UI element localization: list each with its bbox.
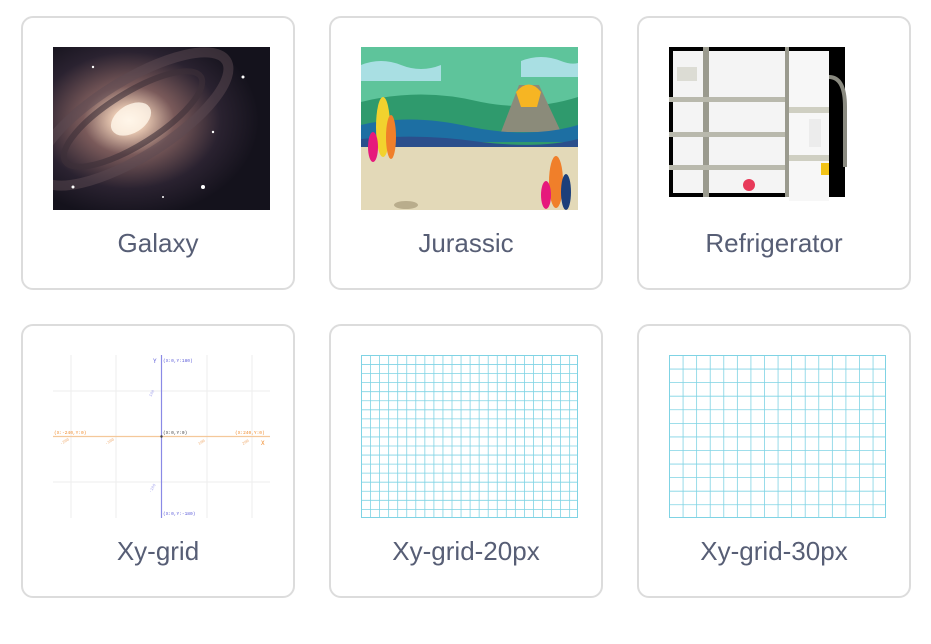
refrigerator-image	[669, 47, 886, 210]
coord-right: (X:240,Y:0)	[235, 430, 265, 436]
backdrop-card-jurassic[interactable]: Jurassic	[329, 16, 603, 290]
backdrop-card-xy-grid[interactable]: X Y (X:0,Y:180) (X:0,Y:-180) (X:-240,Y:0…	[21, 324, 295, 598]
backdrop-name: Jurassic	[418, 228, 514, 258]
galaxy-image	[53, 47, 270, 210]
xy-grid-image: X Y (X:0,Y:180) (X:0,Y:-180) (X:-240,Y:0…	[53, 355, 270, 518]
coord-top: (X:0,Y:180)	[163, 358, 193, 364]
backdrop-name: Refrigerator	[705, 228, 843, 258]
coord-bottom: (X:0,Y:-180)	[163, 511, 195, 517]
backdrop-name: Xy-grid	[116, 536, 200, 566]
backdrop-name: Galaxy	[117, 228, 199, 258]
backdrop-card-xy-grid-20px[interactable]: Xy-grid-20px	[329, 324, 603, 598]
jurassic-image	[361, 47, 578, 210]
backdrop-card-refrigerator[interactable]: Refrigerator	[637, 16, 911, 290]
axis-y-label: Y	[153, 358, 157, 365]
coord-left: (X:-240,Y:0)	[54, 430, 86, 436]
backdrop-card-galaxy[interactable]: Galaxy	[21, 16, 295, 290]
backdrop-card-xy-grid-30px[interactable]: Xy-grid-30px	[637, 324, 911, 598]
axis-x-label: X	[261, 440, 265, 447]
coord-center: (X:0,Y:0)	[163, 430, 187, 436]
grid-20px-image	[361, 355, 578, 518]
backdrop-name: Xy-grid-30px	[700, 536, 848, 566]
grid-30px-image	[669, 355, 886, 518]
backdrop-name: Xy-grid-20px	[392, 536, 540, 566]
